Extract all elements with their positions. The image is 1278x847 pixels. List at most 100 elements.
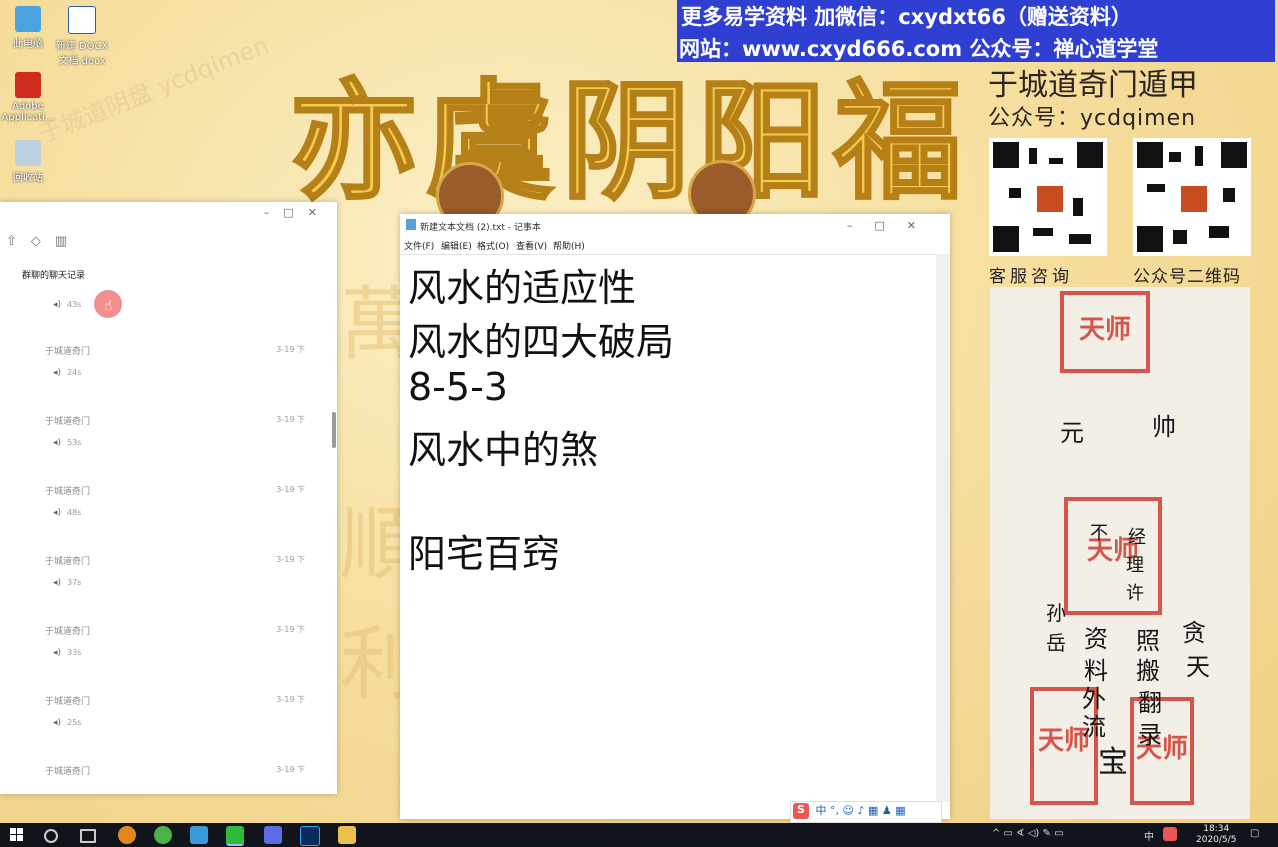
sogou-tray-icon[interactable] [1163,827,1177,841]
desktop-icon-label: 此电脑 [13,39,43,50]
menu-format[interactable]: 格式(O) [477,239,509,252]
notepad-window[interactable]: 新建文本文档 (2).txt - 记事本 –□✕ 文件(F) 编辑(E) 格式(… [400,214,950,819]
ime-tools-icon[interactable]: °, ☺ ♪ ▦ ♟ ▦ [830,804,906,817]
voice-duration: 37s [67,578,82,587]
chat-history-window[interactable]: –□✕ ⇧◇▥ 群聊的聊天记录 ◂) 43s 于城道奇门 3-19 下 ◂) 2… [0,202,337,794]
chat-message[interactable]: 于城道奇门 3-19 下 [45,764,305,794]
message-date: 3-19 下 [276,415,305,424]
voice-duration: 48s [67,508,82,517]
handwritten-char: 搬 [1136,657,1160,685]
photoshop-icon[interactable] [300,826,320,846]
tray-icons[interactable]: ^ ▭ ∢ ◁) ✎ ▭ [992,828,1064,839]
tag-icon[interactable]: ◇ [31,234,55,249]
voice-icon[interactable]: ◂) [53,438,61,448]
handwritten-char: 经 [1128,527,1146,548]
window-controls[interactable]: –□✕ [264,206,331,219]
notepad-titlebar[interactable]: 新建文本文档 (2).txt - 记事本 –□✕ [400,214,950,236]
menu-edit[interactable]: 编辑(E) [441,239,472,252]
red-seal: 天师 [1060,291,1150,373]
menu-file[interactable]: 文件(F) [404,239,434,252]
voice-icon[interactable]: ◂) [53,718,61,728]
chat-message[interactable]: 于城道奇门 3-19 下 ◂) 24s [45,344,305,404]
voice-icon: ◂) [53,300,62,310]
voice-duration: 43s [67,300,82,309]
app-icon[interactable] [118,826,136,844]
handwritten-char: 录 [1138,721,1162,749]
voice-icon[interactable]: ◂) [53,648,61,658]
folder-icon[interactable] [338,826,356,844]
wechat-icon[interactable] [226,826,244,846]
text-line: 风水的适应性 [408,266,637,310]
message-date: 3-19 下 [276,345,305,354]
voice-duration: 53s [67,438,82,447]
text-line: 阳宅百窍 [408,532,561,576]
notification-icon[interactable]: ▢ [1250,828,1259,839]
message-sender: 于城道奇门 [45,767,91,777]
talisman-photo: 天师 天师 天师 天师 元 帅 不 经 理 许 贪 天 资 照 搬 翻 录 料 … [990,287,1250,819]
ime-mode[interactable]: 中 [816,804,827,817]
browser-icon[interactable] [154,826,172,844]
message-date: 3-19 下 [276,765,305,774]
message-sender: 于城道奇门 [45,417,91,427]
message-sender: 于城道奇门 [45,347,91,357]
app-icon[interactable] [264,826,282,844]
clock[interactable]: 18:34 2020/5/5 [1196,824,1236,846]
chat-message[interactable]: 于城道奇门 3-19 下 ◂) 48s [45,484,305,544]
handwritten-char: 不 [1090,523,1108,544]
notepad-title: 新建文本文档 (2).txt - 记事本 [420,223,541,233]
voice-duration: 33s [67,648,82,657]
search-icon[interactable] [44,829,58,843]
qr-code-official-account [1133,138,1251,256]
handwritten-char: 孙 [1046,601,1066,625]
handwritten-char: 资 [1084,625,1108,653]
desktop-icon-label: Adobe Applicati... [1,101,55,123]
notepad-scrollbar[interactable] [936,254,950,802]
chat-toolbar: ⇧◇▥ [6,234,81,249]
handwritten-char: 理 [1126,555,1144,576]
desktop-icon-adobe[interactable]: Adobe Applicati... [0,72,56,123]
message-date: 3-19 下 [276,555,305,564]
handwritten-char: 天 [1186,653,1210,681]
voice-icon[interactable]: ◂) [53,578,61,588]
chat-message[interactable]: 于城道奇门 3-19 下 ◂) 53s [45,414,305,474]
desktop-icon-label: 回收站 [13,173,43,184]
taskbar: ^ ▭ ∢ ◁) ✎ ▭ 中 18:34 2020/5/5 ▢ [0,823,1278,847]
window-controls[interactable]: –□✕ [847,219,938,232]
chat-message[interactable]: 于城道奇门 3-19 下 ◂) 25s [45,694,305,754]
desktop-icon-recycle-bin[interactable]: 回收站 [0,140,56,184]
voice-icon[interactable]: ◂) [53,368,61,378]
chat-message[interactable]: 于城道奇门 3-19 下 ◂) 37s [45,554,305,614]
clock-date: 2020/5/5 [1196,835,1237,845]
hand-cursor-icon: ☝ [104,298,113,314]
menu-view[interactable]: 查看(V) [516,239,547,252]
voice-icon[interactable]: ◂) [53,508,61,518]
notepad-text-area[interactable]: 风水的适应性 风水的四大破局 8-5-3 风水中的煞 阳宅百窍 [400,254,936,803]
chat-message[interactable]: 于城道奇门 3-19 下 ◂) 33s [45,624,305,684]
tray-language[interactable]: 中 [1144,828,1154,843]
handwritten-char: 宝 [1098,745,1128,780]
desktop-icon-this-pc[interactable]: 此电脑 [0,6,56,50]
qr-code-service [989,138,1107,256]
message-date: 3-19 下 [276,625,305,634]
qr-caption-service: 客服咨询 [989,267,1073,287]
handwritten-char: 贪 [1182,619,1206,647]
share-icon[interactable]: ⇧ [6,234,31,249]
computer-icon [15,6,41,32]
trash-icon[interactable]: ▥ [55,234,81,249]
chat-scrollbar[interactable] [332,412,336,448]
message-sender: 于城道奇门 [45,697,91,707]
ime-toolbar[interactable]: S 中 °, ☺ ♪ ▦ ♟ ▦ [790,801,942,823]
message-sender: 于城道奇门 [45,557,91,567]
desktop-icon-docx[interactable]: 新建 DOCX 文档.docx [54,6,110,67]
handwritten-char: 元 [1060,419,1084,447]
chat-window-title: 群聊的聊天记录 [22,271,86,281]
menu-help[interactable]: 帮助(H) [553,239,585,252]
word-document-icon [68,6,96,34]
message-date: 3-19 下 [276,695,305,704]
message-date: 3-19 下 [276,485,305,494]
task-view-icon[interactable] [80,829,96,843]
banner-line-1: 更多易学资料 加微信：cxydxt66（赠送资料） [681,5,1132,29]
app-icon[interactable] [190,826,208,844]
notepad-menubar: 文件(F) 编辑(E) 格式(O) 查看(V) 帮助(H) [400,238,950,254]
windows-start-icon[interactable] [10,828,24,842]
